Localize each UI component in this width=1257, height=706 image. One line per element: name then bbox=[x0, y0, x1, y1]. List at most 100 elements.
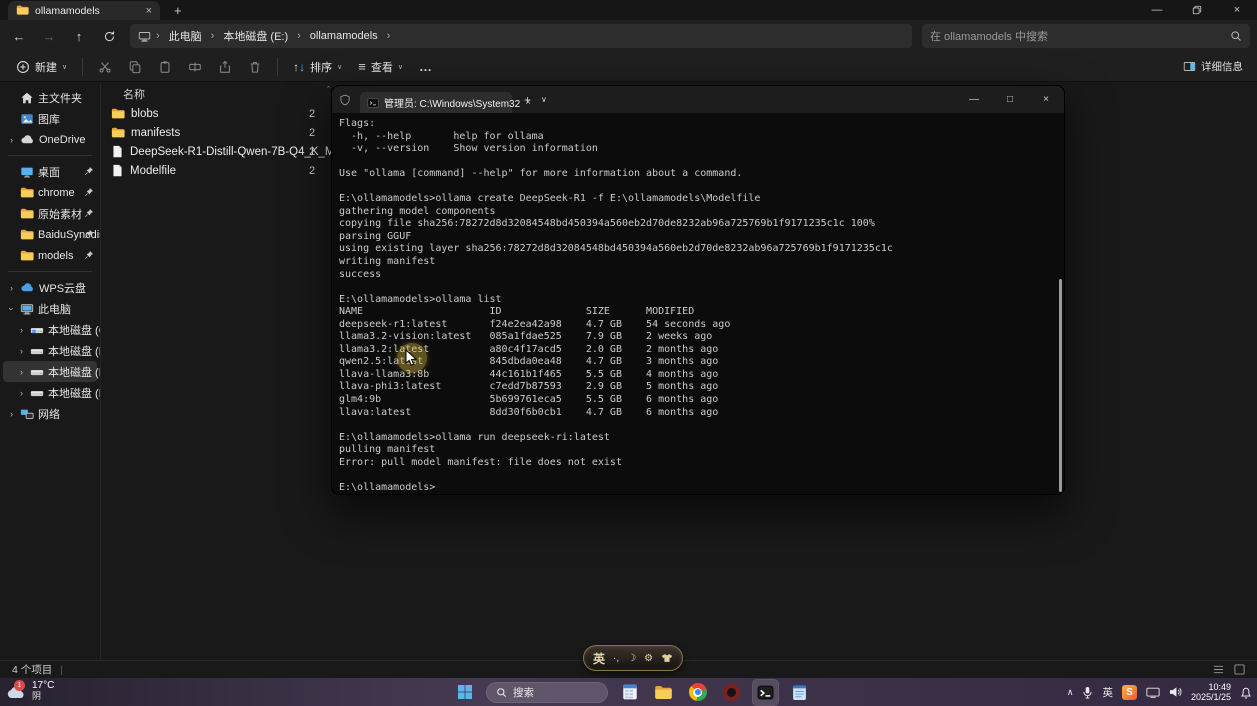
weather-temp: 17°C bbox=[32, 680, 54, 691]
thumbnail-view-icon[interactable] bbox=[1234, 664, 1245, 675]
sogou-input-icon[interactable]: S bbox=[1122, 685, 1137, 700]
chevron-right-icon[interactable]: › bbox=[7, 283, 16, 293]
crumb-current-folder[interactable]: ollamamodels bbox=[306, 28, 382, 44]
taskbar-widgets-app-icon[interactable] bbox=[617, 680, 642, 705]
sidebar-item-gallery[interactable]: 图库 bbox=[3, 108, 97, 129]
speaker-icon[interactable] bbox=[1169, 686, 1182, 698]
copy-button[interactable] bbox=[120, 57, 150, 77]
pin-icon bbox=[84, 229, 94, 239]
view-button[interactable]: ≡ 查看 ∨ bbox=[350, 56, 411, 78]
terminal-tab[interactable]: 管理员: C:\Windows\System32 × bbox=[360, 92, 512, 113]
terminal-close-button[interactable]: × bbox=[1028, 86, 1064, 113]
chevron-right-icon[interactable]: › bbox=[17, 346, 26, 356]
cast-screen-icon[interactable] bbox=[1146, 687, 1160, 698]
rename-icon bbox=[188, 60, 202, 74]
chevron-right-icon[interactable]: › bbox=[17, 388, 26, 398]
ime-skin-shirt-icon[interactable] bbox=[661, 653, 673, 663]
sidebar-item-wps-cloud[interactable]: ›WPS云盘 bbox=[3, 277, 97, 298]
view-lines-icon: ≡ bbox=[358, 59, 366, 74]
chevron-right-icon[interactable]: › bbox=[17, 367, 26, 377]
taskbar-search[interactable]: 搜索 bbox=[486, 682, 608, 703]
new-button[interactable]: 新建 ∨ bbox=[8, 56, 75, 78]
terminal-new-tab-button[interactable]: + bbox=[524, 93, 531, 107]
sidebar-item-baidusyncdisk[interactable]: BaiduSyncdisk bbox=[3, 224, 97, 245]
sidebar-item-network[interactable]: ›网络 bbox=[3, 403, 97, 424]
terminal-maximize-button[interactable]: □ bbox=[992, 86, 1028, 113]
window-minimize-button[interactable]: — bbox=[1137, 0, 1177, 20]
ime-fullwidth-moon-icon[interactable]: ☽ bbox=[627, 653, 636, 664]
sidebar-item-home[interactable]: 主文件夹 bbox=[3, 87, 97, 108]
ime-language-mode[interactable]: 英 bbox=[593, 650, 605, 667]
back-button[interactable]: ← bbox=[6, 24, 32, 48]
search-input[interactable]: 在 ollamamodels 中搜索 bbox=[922, 24, 1250, 48]
view-button-label: 查看 bbox=[371, 59, 393, 75]
sort-button[interactable]: ↑↓ 排序 ∨ bbox=[285, 56, 350, 78]
window-restore-button[interactable] bbox=[1177, 0, 1217, 20]
taskbar-notepad-icon[interactable] bbox=[787, 680, 812, 705]
sidebar-item-disk-d[interactable]: ›本地磁盘 (D:) bbox=[3, 340, 97, 361]
sidebar-item-disk-e[interactable]: ›本地磁盘 (E:) bbox=[3, 361, 97, 382]
sidebar-item-models[interactable]: models bbox=[3, 245, 97, 266]
cut-button[interactable] bbox=[90, 57, 120, 77]
folder-icon bbox=[20, 186, 34, 200]
chevron-right-icon[interactable]: › bbox=[7, 135, 16, 145]
crumb-this-pc[interactable]: 此电脑 bbox=[165, 26, 206, 46]
network-icon bbox=[20, 407, 34, 421]
terminal-icon bbox=[367, 97, 379, 109]
ime-punctuation-icon[interactable]: ·, bbox=[613, 653, 619, 664]
drive-icon bbox=[30, 386, 44, 400]
tray-language-indicator[interactable]: 英 bbox=[1102, 685, 1113, 700]
share-button[interactable] bbox=[210, 57, 240, 77]
crumb-separator: › bbox=[154, 30, 162, 42]
explorer-tab[interactable]: ollamamodels × bbox=[8, 1, 160, 20]
sidebar-item-desktop[interactable]: 桌面 bbox=[3, 161, 97, 182]
chevron-down-icon[interactable]: › bbox=[7, 304, 17, 313]
scrollbar-up-icon[interactable]: ˆ bbox=[327, 85, 330, 95]
this-pc-icon bbox=[138, 30, 151, 43]
list-view-icon[interactable] bbox=[1213, 664, 1224, 675]
sidebar-item-disk-c[interactable]: ›本地磁盘 (C:) bbox=[3, 319, 97, 340]
sidebar-item-disk-f[interactable]: ›本地磁盘 (F:) bbox=[3, 382, 97, 403]
tab-close-icon[interactable]: × bbox=[146, 5, 152, 17]
start-button[interactable] bbox=[452, 680, 477, 705]
taskbar-recorder-icon[interactable] bbox=[719, 680, 744, 705]
sidebar-item-chrome[interactable]: chrome bbox=[3, 182, 97, 203]
up-button[interactable]: ↑ bbox=[66, 24, 92, 48]
delete-button[interactable] bbox=[240, 57, 270, 77]
chevron-right-icon[interactable]: › bbox=[7, 409, 16, 419]
ime-settings-gear-icon[interactable]: ⚙ bbox=[644, 653, 653, 664]
more-options-button[interactable]: … bbox=[411, 56, 441, 77]
notification-bell-icon[interactable] bbox=[1240, 686, 1252, 699]
refresh-button[interactable] bbox=[96, 24, 122, 48]
details-pane-button[interactable]: 详细信息 bbox=[1183, 59, 1249, 74]
file-name: Modelfile bbox=[130, 165, 176, 177]
sidebar-item-onedrive[interactable]: ›OneDrive bbox=[3, 129, 97, 150]
terminal-scrollbar[interactable] bbox=[1059, 279, 1062, 492]
terminal-output[interactable]: Flags: -h, --help help for ollama -v, --… bbox=[333, 113, 1063, 493]
file-modified-partial: 2 bbox=[309, 146, 315, 158]
rename-button[interactable] bbox=[180, 57, 210, 77]
forward-button[interactable]: → bbox=[36, 24, 62, 48]
pin-icon bbox=[84, 187, 94, 197]
terminal-tab-dropdown-icon[interactable]: ∨ bbox=[541, 95, 547, 104]
microphone-icon[interactable] bbox=[1082, 686, 1093, 699]
sidebar-item-this-pc[interactable]: ›此电脑 bbox=[3, 298, 97, 319]
new-tab-button[interactable]: + bbox=[174, 2, 182, 20]
window-close-button[interactable]: × bbox=[1217, 0, 1257, 20]
breadcrumb[interactable]: › 此电脑 › 本地磁盘 (E:) › ollamamodels › bbox=[130, 24, 912, 48]
paste-icon bbox=[158, 60, 172, 74]
ime-toolbar[interactable]: 英 ·, ☽ ⚙ bbox=[583, 645, 683, 671]
taskbar-terminal-icon[interactable] bbox=[753, 680, 778, 705]
crumb-disk-e[interactable]: 本地磁盘 (E:) bbox=[219, 26, 292, 46]
terminal-minimize-button[interactable]: — bbox=[956, 86, 992, 113]
chevron-right-icon[interactable]: › bbox=[17, 325, 26, 335]
taskbar-file-explorer-icon[interactable] bbox=[651, 680, 676, 705]
sidebar-item-raw-assets[interactable]: 原始素材 bbox=[3, 203, 97, 224]
paste-button[interactable] bbox=[150, 57, 180, 77]
taskbar-chrome-icon[interactable] bbox=[685, 680, 710, 705]
weather-widget[interactable]: 1 17°C 阴 bbox=[6, 680, 54, 702]
terminal-title-bar[interactable]: 管理员: C:\Windows\System32 × + ∨ — □ × bbox=[332, 86, 1064, 113]
clock-date: 2025/1/25 bbox=[1191, 692, 1231, 702]
tray-expand-icon[interactable]: ∧ bbox=[1067, 687, 1074, 698]
taskbar-clock[interactable]: 10:49 2025/1/25 bbox=[1191, 682, 1231, 702]
